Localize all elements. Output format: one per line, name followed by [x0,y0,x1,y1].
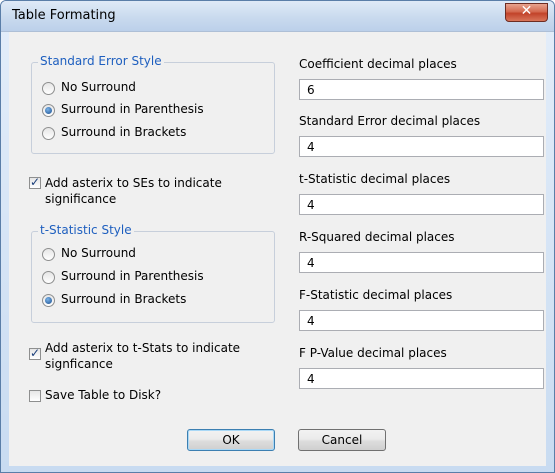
checkbox-label-line1: Add asterix to SEs to indicate [45,176,222,190]
f-decimal-input[interactable]: 4 [299,310,544,331]
fp-decimal-input[interactable]: 4 [299,368,544,389]
checkbox-checked-icon [29,346,41,360]
se-decimal-input[interactable]: 4 [299,136,544,157]
dialog-title: Table Formating [12,8,116,23]
se-decimal-label: Standard Error decimal places [299,114,481,128]
r2-decimal-label: R-Squared decimal places [299,230,455,244]
checkbox-checked-icon [29,175,41,189]
radio-label: No Surround [61,246,136,260]
coefficient-decimal-label: Coefficient decimal places [299,57,457,71]
cancel-button[interactable]: Cancel [298,429,386,451]
save-to-disk-checkbox[interactable]: Save Table to Disk? [29,388,161,402]
dialog-body: Standard Error Style No Surround Surroun… [9,32,546,466]
radio-icon [42,271,55,284]
checkbox-label-line2: signficance [45,357,113,371]
coefficient-decimal-input[interactable]: 6 [299,79,544,100]
radio-selected-icon [42,294,55,307]
t-radio-parenthesis[interactable]: Surround in Parenthesis [42,269,204,284]
radio-icon [42,127,55,140]
fp-decimal-label: F P-Value decimal places [299,346,447,360]
title-bar[interactable]: Table Formating ✕ [1,1,554,32]
dialog-window: Table Formating ✕ Standard Error Style N… [0,0,555,473]
se-radio-no-surround[interactable]: No Surround [42,80,136,95]
se-asterisk-checkbox[interactable]: Add asterix to SEs to indicate significa… [29,175,222,207]
radio-icon [42,82,55,95]
t-decimal-label: t-Statistic decimal places [299,172,451,186]
close-icon: ✕ [520,3,533,19]
se-style-group-title: Standard Error Style [38,54,164,68]
ok-button[interactable]: OK [187,429,275,451]
checkbox-label-line1: Add asterix to t-Stats to indicate [45,341,241,355]
checkbox-icon [29,390,41,402]
radio-label: Surround in Parenthesis [61,102,204,116]
t-decimal-input[interactable]: 4 [299,194,544,215]
radio-label: No Surround [61,80,136,94]
radio-icon [42,248,55,261]
se-radio-brackets[interactable]: Surround in Brackets [42,125,186,140]
radio-label: Surround in Brackets [61,292,187,306]
checkbox-label: Add asterix to SEs to indicate significa… [45,175,222,207]
t-radio-no-surround[interactable]: No Surround [42,246,136,261]
se-radio-parenthesis[interactable]: Surround in Parenthesis [42,102,204,117]
t-style-group-title: t-Statistic Style [38,223,134,237]
close-button[interactable]: ✕ [505,3,548,22]
checkbox-label: Add asterix to t-Stats to indicate signf… [45,340,240,372]
checkbox-label-line2: significance [45,192,117,206]
checkbox-label: Save Table to Disk? [45,388,162,402]
radio-label: Surround in Parenthesis [61,269,204,283]
t-radio-brackets[interactable]: Surround in Brackets [42,292,186,307]
radio-selected-icon [42,104,55,117]
t-asterisk-checkbox[interactable]: Add asterix to t-Stats to indicate signf… [29,340,240,372]
radio-label: Surround in Brackets [61,125,187,139]
r2-decimal-input[interactable]: 4 [299,252,544,273]
f-decimal-label: F-Statistic decimal places [299,288,453,302]
